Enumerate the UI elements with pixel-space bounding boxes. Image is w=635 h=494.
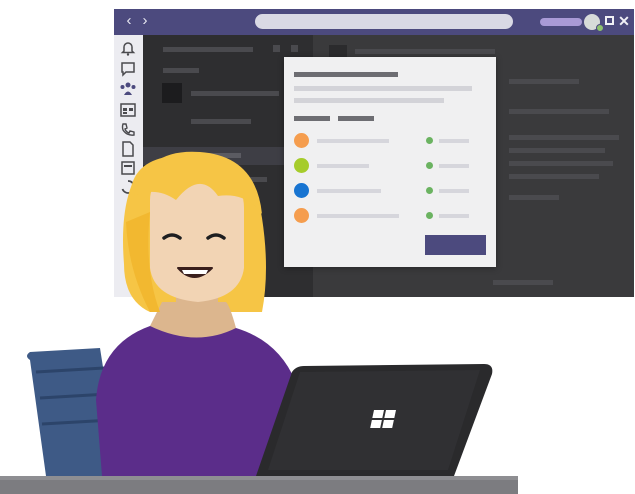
laptop — [256, 364, 493, 476]
illustration — [0, 151, 518, 494]
